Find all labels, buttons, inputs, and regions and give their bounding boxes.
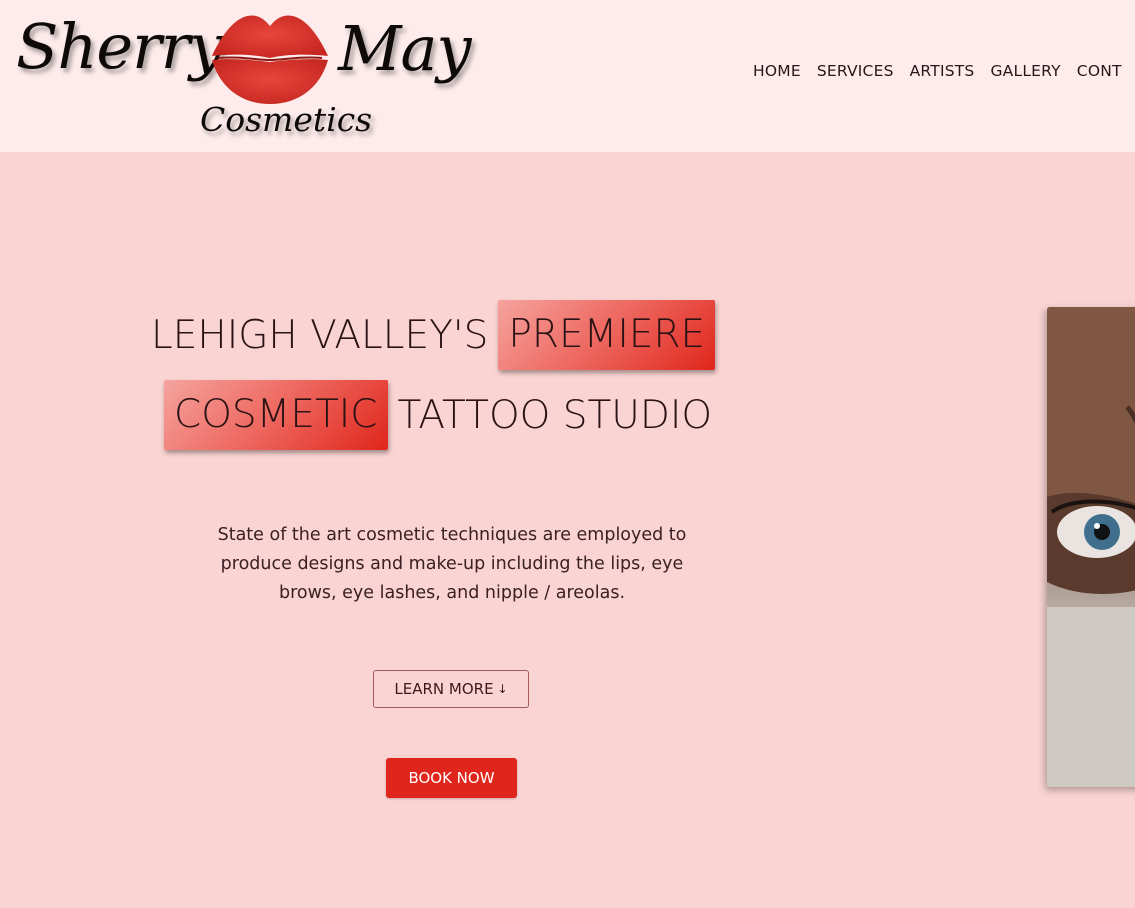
nav-item-home[interactable]: HOME bbox=[753, 62, 801, 80]
hero-title-highlight-2: COSMETIC bbox=[164, 380, 388, 450]
learn-more-button[interactable]: LEARN MORE ↓ bbox=[373, 670, 529, 708]
logo-word-sherry: Sherry bbox=[16, 10, 224, 83]
lips-icon bbox=[212, 15, 328, 104]
brand-logo[interactable]: Sherry May Cosmetics bbox=[8, 0, 488, 150]
hero-title-highlight-1: PREMIERE bbox=[498, 300, 716, 370]
nav-item-contact[interactable]: CONT bbox=[1077, 62, 1122, 80]
nav-item-gallery[interactable]: GALLERY bbox=[990, 62, 1060, 80]
main-nav: HOME SERVICES ARTISTS GALLERY CONT bbox=[753, 62, 1122, 80]
hero-title-plain-2: TATTOO STUDIO bbox=[397, 392, 713, 438]
hero-description: State of the art cosmetic techniques are… bbox=[217, 525, 687, 603]
site-header: Sherry May Cosmetics HOME SERVICES ARTIS… bbox=[0, 0, 1135, 152]
nav-item-artists[interactable]: ARTISTS bbox=[910, 62, 975, 80]
nav-item-services[interactable]: SERVICES bbox=[817, 62, 894, 80]
eye-icon bbox=[1047, 307, 1135, 787]
logo-subtitle: Cosmetics bbox=[200, 100, 373, 139]
book-now-button[interactable]: BOOK NOW bbox=[386, 758, 517, 798]
hero-title-plain-1: LEHIGH VALLEY'S bbox=[151, 312, 489, 358]
arrow-down-icon: ↓ bbox=[497, 682, 508, 696]
learn-more-label: LEARN MORE bbox=[394, 680, 494, 698]
hero-title-line-2: COSMETIC TATTOO STUDIO bbox=[164, 380, 712, 450]
hero-model-image bbox=[1047, 307, 1135, 787]
hero-title-line-1: LEHIGH VALLEY'S PREMIERE bbox=[151, 300, 716, 370]
logo-word-may: May bbox=[338, 12, 471, 85]
